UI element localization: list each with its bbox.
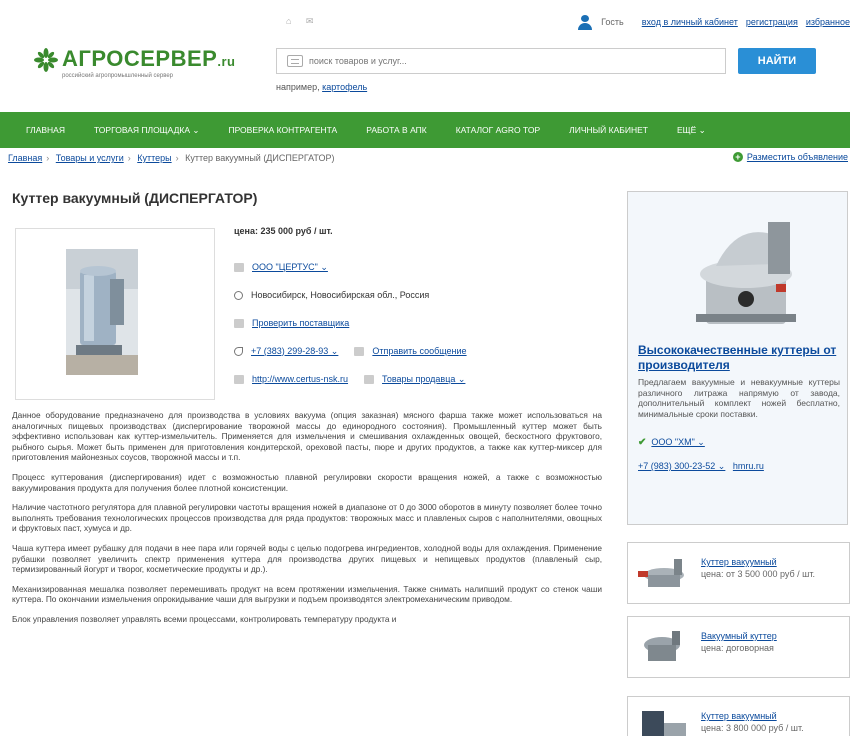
- post-ad[interactable]: + Разместить объявление: [732, 152, 848, 162]
- user-area: Гость вход в личный кабинет регистрация …: [577, 14, 850, 30]
- nav-item-counterparty-check[interactable]: ПРОВЕРКА КОНТРАГЕНТА: [228, 125, 337, 135]
- company-link[interactable]: ООО "ЦЕРТУС" ⌄: [252, 262, 328, 273]
- nav-item-marketplace[interactable]: ТОРГОВАЯ ПЛОЩАДКА ⌄: [94, 125, 199, 136]
- product-description: Данное оборудование предназначено для пр…: [12, 410, 602, 634]
- related-item-thumbnail: [634, 625, 694, 671]
- related-item-thumbnail: [634, 551, 694, 597]
- message-icon: [354, 346, 365, 356]
- phone-row: +7 (383) 299-28-93 ⌄ Отправить сообщение: [234, 337, 614, 365]
- top-utility-icons[interactable]: ⌂ ✉: [286, 16, 319, 27]
- search-example-label: например,: [276, 82, 320, 92]
- product-photo: [66, 249, 138, 375]
- breadcrumb: Главная › Товары и услуги › Куттеры › Кутте…: [8, 153, 335, 163]
- breadcrumb-current: Куттер вакуумный (ДИСПЕРГАТОР): [185, 153, 335, 163]
- location-row: Новосибирск, Новосибирская обл., Россия: [234, 281, 614, 309]
- search-example-link[interactable]: картофель: [322, 82, 367, 92]
- related-item-price: цена: 3 800 000 руб / шт.: [701, 723, 804, 733]
- description-paragraph: Данное оборудование предназначено для пр…: [12, 410, 602, 463]
- check-icon: ✔: [638, 437, 647, 448]
- phone-link[interactable]: +7 (383) 299-28-93 ⌄: [251, 346, 338, 357]
- related-item-price: цена: договорная: [701, 643, 774, 653]
- ad-site-link[interactable]: hmru.ru: [733, 461, 764, 471]
- breadcrumb-cutters[interactable]: Куттеры: [137, 153, 171, 163]
- related-item-title[interactable]: Куттер вакуумный: [701, 711, 777, 721]
- search-input[interactable]: [309, 56, 709, 66]
- search-button[interactable]: НАЙТИ: [738, 48, 816, 74]
- breadcrumb-home[interactable]: Главная: [8, 153, 42, 163]
- location-text: Новосибирск, Новосибирская обл., Россия: [251, 290, 430, 300]
- register-link[interactable]: регистрация: [746, 17, 798, 27]
- seller-goods-icon: [364, 374, 375, 384]
- related-item-title[interactable]: Куттер вакуумный: [701, 557, 777, 567]
- related-item[interactable]: Куттер вакуумный цена: от 3 500 000 руб …: [627, 542, 850, 604]
- nav-item-home[interactable]: ГЛАВНАЯ: [26, 125, 65, 135]
- breadcrumb-goods[interactable]: Товары и услуги: [56, 153, 124, 163]
- send-message-link[interactable]: Отправить сообщение: [372, 346, 466, 356]
- related-item-title[interactable]: Вакуумный куттер: [701, 631, 777, 641]
- page-title: Куттер вакуумный (ДИСПЕРГАТОР): [12, 190, 258, 206]
- nav-item-account[interactable]: ЛИЧНЫЙ КАБИНЕТ: [569, 125, 648, 135]
- login-link[interactable]: вход в личный кабинет: [642, 17, 738, 27]
- site-logo[interactable]: АГРОСЕРВЕР.ru российский агропромышленны…: [34, 44, 236, 88]
- related-item[interactable]: Куттер вакуумный цена: 3 800 000 руб / ш…: [627, 696, 850, 736]
- favorites-link[interactable]: избранное: [806, 17, 850, 27]
- search-example: например, картофель: [276, 82, 367, 92]
- ad-company-link[interactable]: ООО "ХМ" ⌄: [651, 437, 704, 448]
- related-item-price: цена: от 3 500 000 руб / шт.: [701, 569, 816, 579]
- ad-phone-link[interactable]: +7 (983) 300-23-52 ⌄: [638, 461, 725, 471]
- website-row: http://www.certus-nsk.ru Товары продавца…: [234, 365, 614, 393]
- description-paragraph: Механизированная мешалка позволяет перем…: [12, 583, 602, 605]
- product-info: цена: 235 000 руб / шт. ООО "ЦЕРТУС" ⌄ Н…: [234, 226, 614, 393]
- user-icon: [577, 14, 593, 30]
- related-item-thumbnail: [634, 705, 694, 736]
- description-paragraph: Процесс куттерования (диспергирования) и…: [12, 471, 602, 493]
- guest-label: Гость: [601, 17, 624, 27]
- top-bar: ⌂ ✉ Гость вход в личный кабинет регистра…: [0, 12, 850, 32]
- search-category-icon: [287, 55, 303, 67]
- check-supplier-icon: [234, 318, 244, 328]
- website-icon: [234, 374, 244, 384]
- logo-domain-suffix: .ru: [217, 54, 236, 69]
- product-image[interactable]: [15, 228, 215, 400]
- website-link[interactable]: http://www.certus-nsk.ru: [252, 374, 348, 384]
- seller-goods-link[interactable]: Товары продавца ⌄: [382, 374, 465, 385]
- product-price: цена: 235 000 руб / шт.: [234, 226, 333, 236]
- main-nav: ГЛАВНАЯ ТОРГОВАЯ ПЛОЩАДКА ⌄ ПРОВЕРКА КОН…: [0, 112, 850, 148]
- logo-text: АГРОСЕРВЕР.ru: [62, 46, 236, 71]
- description-paragraph: Чаша куттера имеет рубашку для подачи в …: [12, 542, 602, 575]
- description-paragraph: Наличие частотного регулятора для плавно…: [12, 502, 602, 534]
- plus-icon: +: [732, 152, 743, 162]
- nav-item-catalog[interactable]: КАТАЛОГ AGRO TOP: [456, 125, 540, 135]
- company-icon: [234, 262, 244, 272]
- ad-company: ✔ ООО "ХМ" ⌄: [638, 437, 705, 448]
- ad-contact: +7 (983) 300-23-52 ⌄ hmru.ru: [638, 461, 764, 472]
- search-box[interactable]: [276, 48, 726, 74]
- post-ad-link[interactable]: Разместить объявление: [747, 152, 848, 162]
- nav-item-more[interactable]: ЕЩЁ ⌄: [677, 125, 706, 136]
- related-item[interactable]: Вакуумный куттер цена: договорная: [627, 616, 850, 678]
- description-paragraph: Блок управления позволяет управлять всем…: [12, 613, 397, 624]
- ad-product-image: [676, 204, 814, 342]
- ad-text: Предлагаем вакуумные и невакуумные кутте…: [638, 377, 840, 419]
- ad-title-link[interactable]: Высококачественные куттеры от производит…: [638, 343, 843, 373]
- nav-item-jobs[interactable]: РАБОТА В АПК: [366, 125, 426, 135]
- phone-icon: [234, 346, 243, 356]
- logo-subtitle: российский агропромышленный сервер: [62, 73, 174, 79]
- check-row: Проверить поставщика: [234, 309, 614, 337]
- check-supplier-link[interactable]: Проверить поставщика: [252, 318, 349, 328]
- location-pin-icon: [234, 290, 243, 300]
- company-row: ООО "ЦЕРТУС" ⌄: [234, 253, 614, 281]
- logo-star-icon: [34, 48, 58, 72]
- sidebar-ad[interactable]: Высококачественные куттеры от производит…: [627, 191, 848, 525]
